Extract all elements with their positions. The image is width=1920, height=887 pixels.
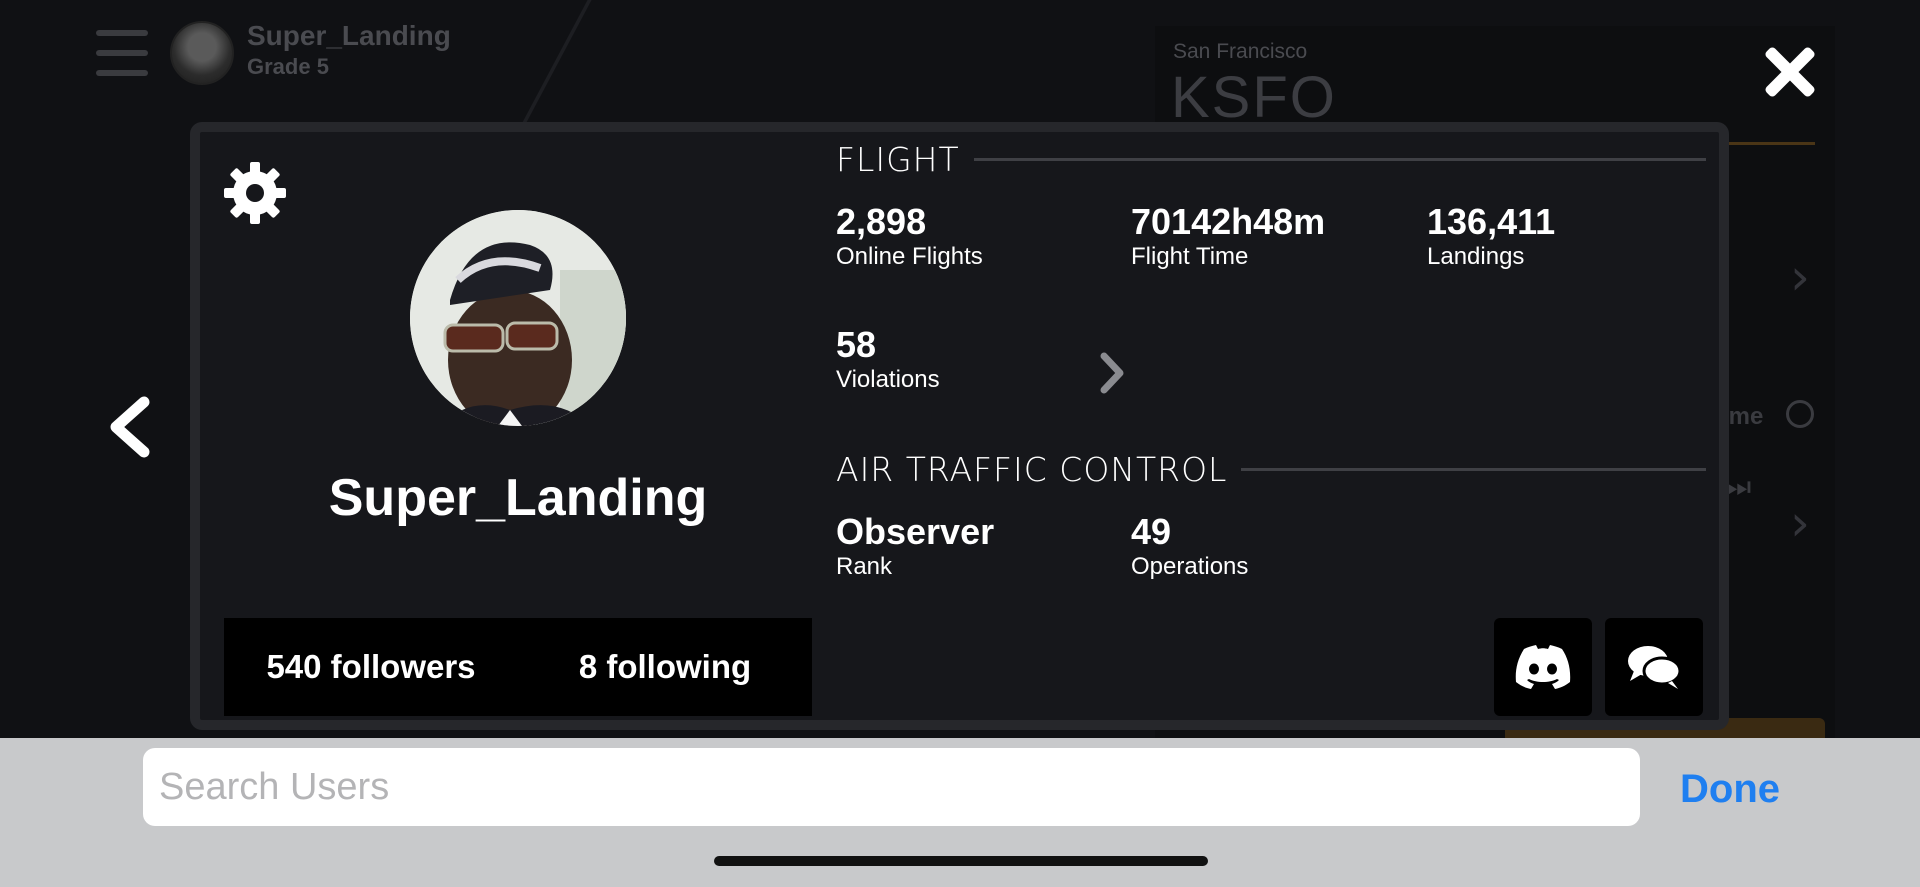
stat-label: Operations [1131, 553, 1249, 580]
home-indicator [714, 856, 1208, 866]
search-bar: Done [0, 738, 1920, 887]
section-divider [1241, 468, 1706, 471]
flight-section-header: FLIGHT [836, 140, 1706, 179]
followers-button[interactable]: 540 followers [224, 618, 518, 716]
skip-forward-icon: ⏭ [1726, 470, 1752, 503]
stat-label: Online Flights [836, 243, 983, 270]
stat-flight-time: 70142h48m Flight Time [1131, 202, 1325, 272]
atc-section-header: AIR TRAFFIC CONTROL [836, 450, 1706, 489]
atc-section-title: AIR TRAFFIC CONTROL [836, 450, 1228, 489]
close-icon[interactable] [1762, 44, 1818, 100]
section-divider [973, 158, 1706, 161]
clock-icon [1786, 400, 1814, 428]
chevron-right-icon: › [1790, 248, 1810, 306]
stat-atc-rank: Observer Rank [836, 512, 994, 582]
discord-icon [1515, 645, 1571, 689]
hamburger-icon[interactable] [96, 30, 148, 76]
background-user-info: Super_Landing Grade 5 [247, 20, 451, 80]
done-button[interactable]: Done [1660, 754, 1800, 824]
gear-icon[interactable] [222, 160, 288, 226]
profile-card: Super_Landing 540 followers 8 following … [190, 122, 1729, 730]
chevron-left-icon[interactable] [104, 396, 154, 458]
stat-label: Rank [836, 553, 893, 580]
stat-label: Violations [836, 366, 940, 393]
background-grade: Grade 5 [247, 54, 329, 79]
search-users-input[interactable] [143, 748, 1640, 826]
flight-section-title: FLIGHT [836, 140, 960, 179]
stat-landings: 136,411 Landings [1427, 202, 1555, 272]
chat-button[interactable] [1605, 618, 1703, 716]
stat-label: Flight Time [1131, 243, 1249, 270]
chevron-right-icon[interactable] [1096, 350, 1126, 396]
background-airport-city: San Francisco [1173, 40, 1308, 63]
stat-value: 2,898 [836, 201, 927, 242]
background-airport-code: KSFO [1171, 65, 1337, 130]
background-username: Super_Landing [247, 20, 451, 51]
stat-violations[interactable]: 58 Violations [836, 325, 940, 395]
chat-bubbles-icon [1628, 646, 1682, 689]
stat-value: 70142h48m [1131, 201, 1326, 242]
discord-button[interactable] [1494, 618, 1592, 716]
background-route-line [518, 0, 592, 130]
chevron-right-icon: › [1790, 494, 1810, 552]
stat-value: Observer [836, 511, 995, 552]
following-button[interactable]: 8 following [518, 618, 812, 716]
stat-online-flights: 2,898 Online Flights [836, 202, 983, 272]
stat-atc-operations: 49 Operations [1131, 512, 1248, 582]
stat-value: 49 [1131, 511, 1172, 552]
follow-bar: 540 followers 8 following [224, 618, 812, 716]
background-avatar [170, 21, 234, 85]
avatar[interactable] [410, 210, 626, 426]
stat-value: 136,411 [1427, 201, 1556, 242]
stat-value: 58 [836, 324, 877, 365]
profile-username: Super_Landing [328, 469, 708, 527]
stat-label: Landings [1427, 243, 1525, 270]
